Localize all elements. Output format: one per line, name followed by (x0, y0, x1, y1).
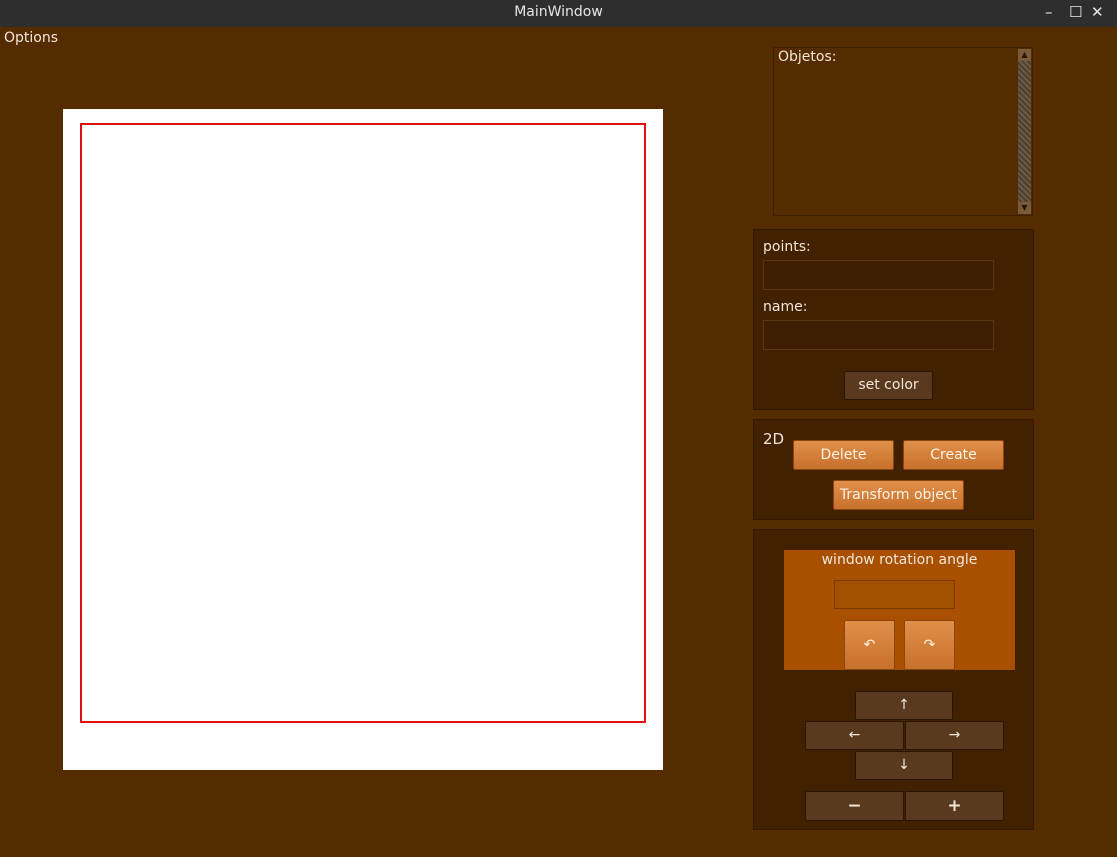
set-color-button[interactable]: set color (844, 371, 933, 400)
minus-icon: − (847, 796, 862, 816)
scroll-up-icon[interactable]: ▲ (1018, 49, 1031, 61)
object-form-panel: points: name: set color (753, 229, 1034, 410)
title-bar: MainWindow (0, 0, 1117, 27)
scroll-down-icon[interactable]: ▼ (1018, 202, 1031, 214)
rotation-label: window rotation angle (821, 552, 978, 568)
move-up-button[interactable]: ↑ (855, 691, 953, 720)
points-label: points: (763, 239, 811, 255)
viewport-frame (80, 123, 646, 723)
mode-2d-label: 2D (763, 430, 785, 448)
maximize-icon[interactable]: ☐ (1069, 0, 1082, 27)
points-input[interactable] (763, 260, 994, 290)
objects-list[interactable]: Objetos: ▲ ▼ (773, 47, 1033, 216)
minimize-icon[interactable]: – (1045, 0, 1053, 27)
menu-options[interactable]: Options (4, 28, 58, 48)
name-input[interactable] (763, 320, 994, 350)
name-label: name: (763, 299, 808, 315)
rotation-angle-input[interactable] (834, 580, 955, 609)
move-left-button[interactable]: ← (805, 721, 904, 750)
zoom-out-button[interactable]: − (805, 791, 904, 821)
arrow-down-icon: ↓ (898, 757, 910, 773)
arrow-right-icon: → (948, 727, 961, 743)
objects-scrollbar[interactable]: ▲ ▼ (1018, 49, 1031, 214)
drawing-canvas[interactable] (63, 109, 663, 770)
arrow-left-icon: ← (848, 727, 861, 743)
rotate-right-icon: ↷ (923, 637, 936, 653)
transform-object-button[interactable]: Transform object (833, 480, 964, 510)
rotate-right-button[interactable]: ↷ (904, 620, 955, 670)
zoom-in-button[interactable]: + (905, 791, 1004, 821)
arrow-up-icon: ↑ (898, 697, 910, 713)
plus-icon: + (947, 796, 962, 816)
objects-label: Objetos: (778, 49, 837, 65)
delete-button[interactable]: Delete (793, 440, 894, 470)
rotate-left-icon: ↶ (863, 637, 876, 653)
move-right-button[interactable]: → (905, 721, 1004, 750)
rotation-box: window rotation angle ↶ ↷ (784, 550, 1015, 670)
close-icon[interactable]: ✕ (1091, 0, 1104, 27)
move-down-button[interactable]: ↓ (855, 751, 953, 780)
window-title: MainWindow (514, 4, 603, 20)
create-button[interactable]: Create (903, 440, 1004, 470)
rotate-left-button[interactable]: ↶ (844, 620, 895, 670)
